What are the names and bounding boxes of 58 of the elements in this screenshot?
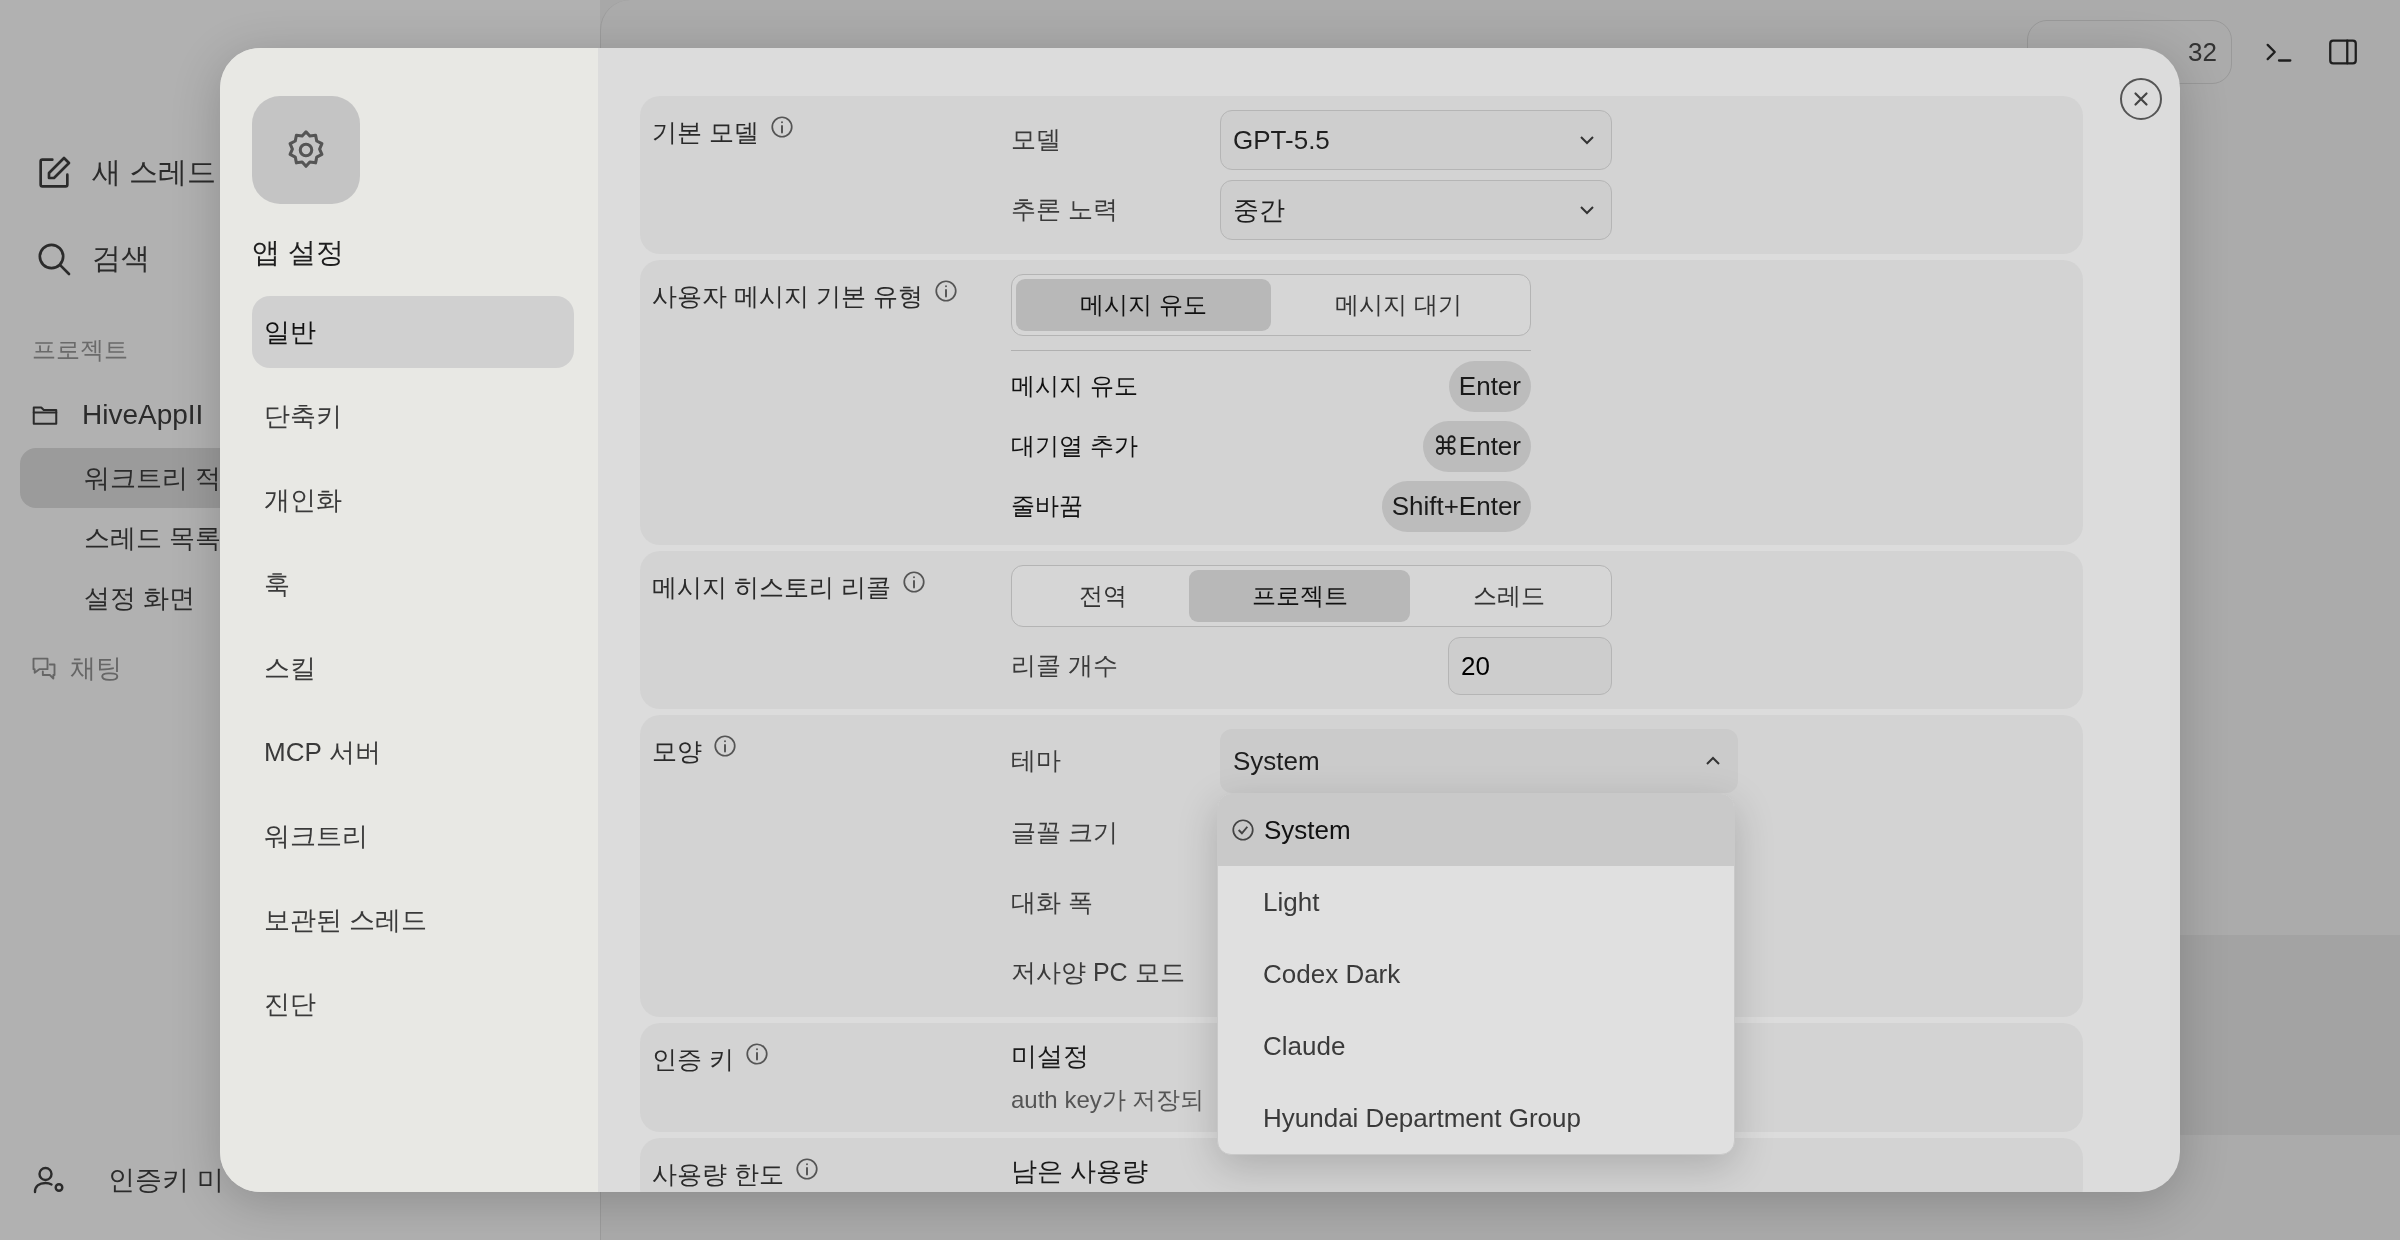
shortcut-label: 대기열 추가 bbox=[1011, 431, 1138, 461]
settings-nav-item[interactable]: 개인화 bbox=[252, 464, 574, 536]
select-field[interactable]: GPT-5.5 bbox=[1220, 110, 1612, 170]
dropdown-option[interactable]: Light bbox=[1218, 866, 1734, 938]
settings-nav-item[interactable]: 보관된 스레드 bbox=[252, 884, 574, 956]
section-title: 기본 모델 bbox=[652, 117, 759, 148]
segment-option[interactable]: 메시지 유도 bbox=[1016, 279, 1271, 331]
setting-label: 글꼴 크기 bbox=[1011, 817, 1119, 849]
key-badge: Enter bbox=[1448, 360, 1531, 412]
key-badge: Shift+Enter bbox=[1381, 480, 1531, 532]
info-icon bbox=[768, 114, 795, 140]
section-title: 모양 bbox=[652, 736, 702, 767]
status-note: auth key가 저장되 bbox=[1011, 1085, 1205, 1116]
dialog-title: 앱 설정 bbox=[252, 236, 345, 270]
info-icon bbox=[900, 569, 927, 595]
info-icon bbox=[932, 278, 959, 304]
settings-nav-item[interactable]: 단축키 bbox=[252, 380, 574, 452]
segment-option[interactable]: 스레드 bbox=[1410, 570, 1607, 622]
status-value: 미설정 bbox=[1011, 1040, 1089, 1073]
info-icon bbox=[712, 733, 738, 759]
info-icon bbox=[793, 1156, 820, 1183]
settings-nav-item[interactable]: 워크트리 bbox=[252, 800, 574, 872]
number-field[interactable]: 20 bbox=[1448, 637, 1612, 695]
settings-nav-item[interactable]: 일반 bbox=[252, 296, 574, 368]
setting-label: 추론 노력 bbox=[1011, 194, 1119, 226]
section-title: 메시지 히스토리 리콜 bbox=[652, 572, 891, 603]
settings-nav-item[interactable]: 진단 bbox=[252, 968, 574, 1040]
check-circle-icon bbox=[1230, 817, 1256, 843]
section-title: 인증 키 bbox=[652, 1044, 734, 1075]
select-field[interactable]: 중간 bbox=[1220, 180, 1612, 240]
setting-label: 리콜 개수 bbox=[1011, 650, 1119, 682]
dropdown-option[interactable]: Codex Dark bbox=[1218, 938, 1734, 1010]
dropdown-option[interactable]: Claude bbox=[1218, 1010, 1734, 1082]
section-title: 사용자 메시지 기본 유형 bbox=[652, 281, 923, 312]
key-badge: ⌘Enter bbox=[1422, 420, 1531, 472]
shortcut-label: 메시지 유도 bbox=[1011, 371, 1138, 401]
dropdown-option[interactable]: Hyundai Department Group bbox=[1218, 1082, 1734, 1154]
setting-label: 모델 bbox=[1011, 124, 1062, 156]
info-icon bbox=[743, 1041, 770, 1067]
select-field[interactable]: System bbox=[1220, 729, 1738, 793]
setting-label: 저사양 PC 모드 bbox=[1011, 957, 1186, 989]
section-title: 사용량 한도 bbox=[652, 1159, 784, 1191]
close-button[interactable] bbox=[2120, 78, 2162, 120]
segment-option[interactable]: 프로젝트 bbox=[1189, 570, 1410, 622]
sidebar-item[interactable]: 새 스레드 bbox=[92, 151, 217, 195]
sidebar-item[interactable]: 검색 bbox=[92, 237, 150, 281]
setting-label: 테마 bbox=[1011, 745, 1062, 777]
settings-nav-item[interactable]: 훅 bbox=[252, 548, 574, 620]
settings-nav-item[interactable]: MCP 서버 bbox=[252, 716, 574, 788]
segment-option[interactable]: 메시지 대기 bbox=[1271, 279, 1526, 331]
setting-label: 대화 폭 bbox=[1011, 887, 1094, 919]
dropdown-option[interactable]: System bbox=[1218, 794, 1734, 866]
project-name[interactable]: HiveAppII bbox=[82, 394, 204, 436]
section-label: 프로젝트 bbox=[32, 335, 128, 365]
shortcut-label: 줄바꿈 bbox=[1011, 491, 1083, 521]
settings-nav-item[interactable]: 스킬 bbox=[252, 632, 574, 704]
segment-option[interactable]: 전역 bbox=[1016, 570, 1189, 622]
status-value: 남은 사용량 bbox=[1011, 1155, 1149, 1189]
